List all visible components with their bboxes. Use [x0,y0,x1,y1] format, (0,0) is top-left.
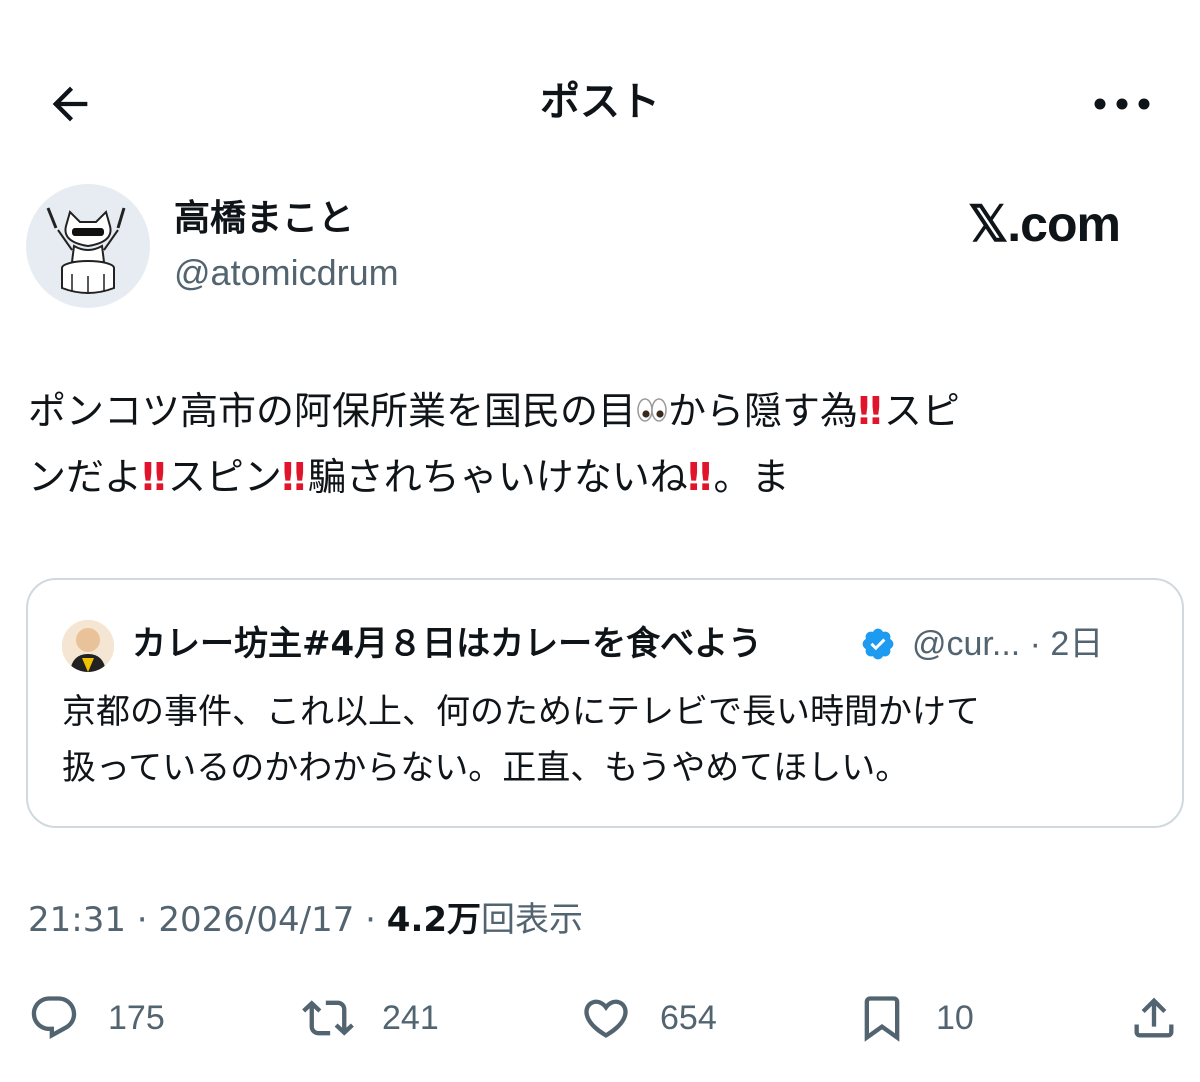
like-count: 654 [660,998,717,1037]
repost-button[interactable]: 241 [302,990,439,1046]
eyes-emoji-icon [637,398,667,422]
post-text: ポンコツ高市の阿保所業を国民の目 から隠す為‼ スピ ンだよ‼ スピン‼ 騙されちゃいけ… [28,378,1188,510]
author-display-name[interactable]: 高橋まこと [174,196,354,242]
author-avatar[interactable] [26,184,150,308]
quote-text-line: 京都の事件、これ以上、何のためにテレビで長い時間かけて [62,692,980,732]
quote-text-line: 扱っているのかわからない。正直、もうやめてほしい。 [62,748,910,788]
cat-drummer-avatar [46,207,126,294]
quote-text: 京都の事件、これ以上、何のためにテレビで長い時間かけて 扱っているのかわからない… [62,684,1162,796]
heart-icon [584,999,628,1038]
bookmark-icon [864,996,900,1042]
page-title: ポスト [540,79,660,125]
quote-author-avatar[interactable] [62,620,114,672]
quote-handle-and-time: @cur... · 2日 [912,625,1104,663]
post-timestamp[interactable]: 21:31 · 2026/04/17 · [28,900,387,940]
author-handle[interactable]: @atomicdrum [174,250,399,296]
share-icon [1134,997,1174,1038]
more-horizontal-icon [1094,98,1150,110]
bookmark-count: 10 [936,998,974,1037]
share-button[interactable] [1128,990,1180,1046]
post-text-segment: から隠す為 [668,389,859,433]
like-button[interactable]: 654 [580,990,717,1046]
repost-icon [302,1000,354,1036]
view-label: 回表示 [481,900,584,940]
repost-count: 241 [382,998,439,1037]
post-timestamp-views: 21:31 · 2026/04/17 · 4.2万回表示 [28,896,583,944]
view-count: 4.2万 [386,900,482,940]
x-com-watermark: 𝕏.com [968,196,1121,252]
monk-avatar [62,620,114,672]
post-text-segment: 騙されちゃいけないね [307,455,688,499]
reply-button[interactable]: 175 [28,990,165,1046]
quote-author-name[interactable]: カレー坊主#4月８日はカレーを食べよう [132,620,762,668]
post-text-segment: スピ [883,389,960,433]
double-exclamation-icon: ‼ [858,389,882,433]
double-exclamation-icon: ‼ [687,455,712,499]
reply-count: 175 [108,998,165,1037]
verified-badge-icon [862,628,894,660]
post-text-segment: 。ま [713,455,790,499]
post-text-segment: スピン [167,455,282,499]
post-text-segment: ポンコツ高市の阿保所業を国民の目 [28,389,637,433]
more-options-button[interactable] [1086,78,1158,130]
post-text-segment: ンだよ [28,455,143,499]
double-exclamation-icon: ‼ [142,455,166,499]
bookmark-button[interactable]: 10 [856,990,974,1046]
reply-icon [31,996,77,1040]
double-exclamation-icon: ‼ [281,455,306,499]
